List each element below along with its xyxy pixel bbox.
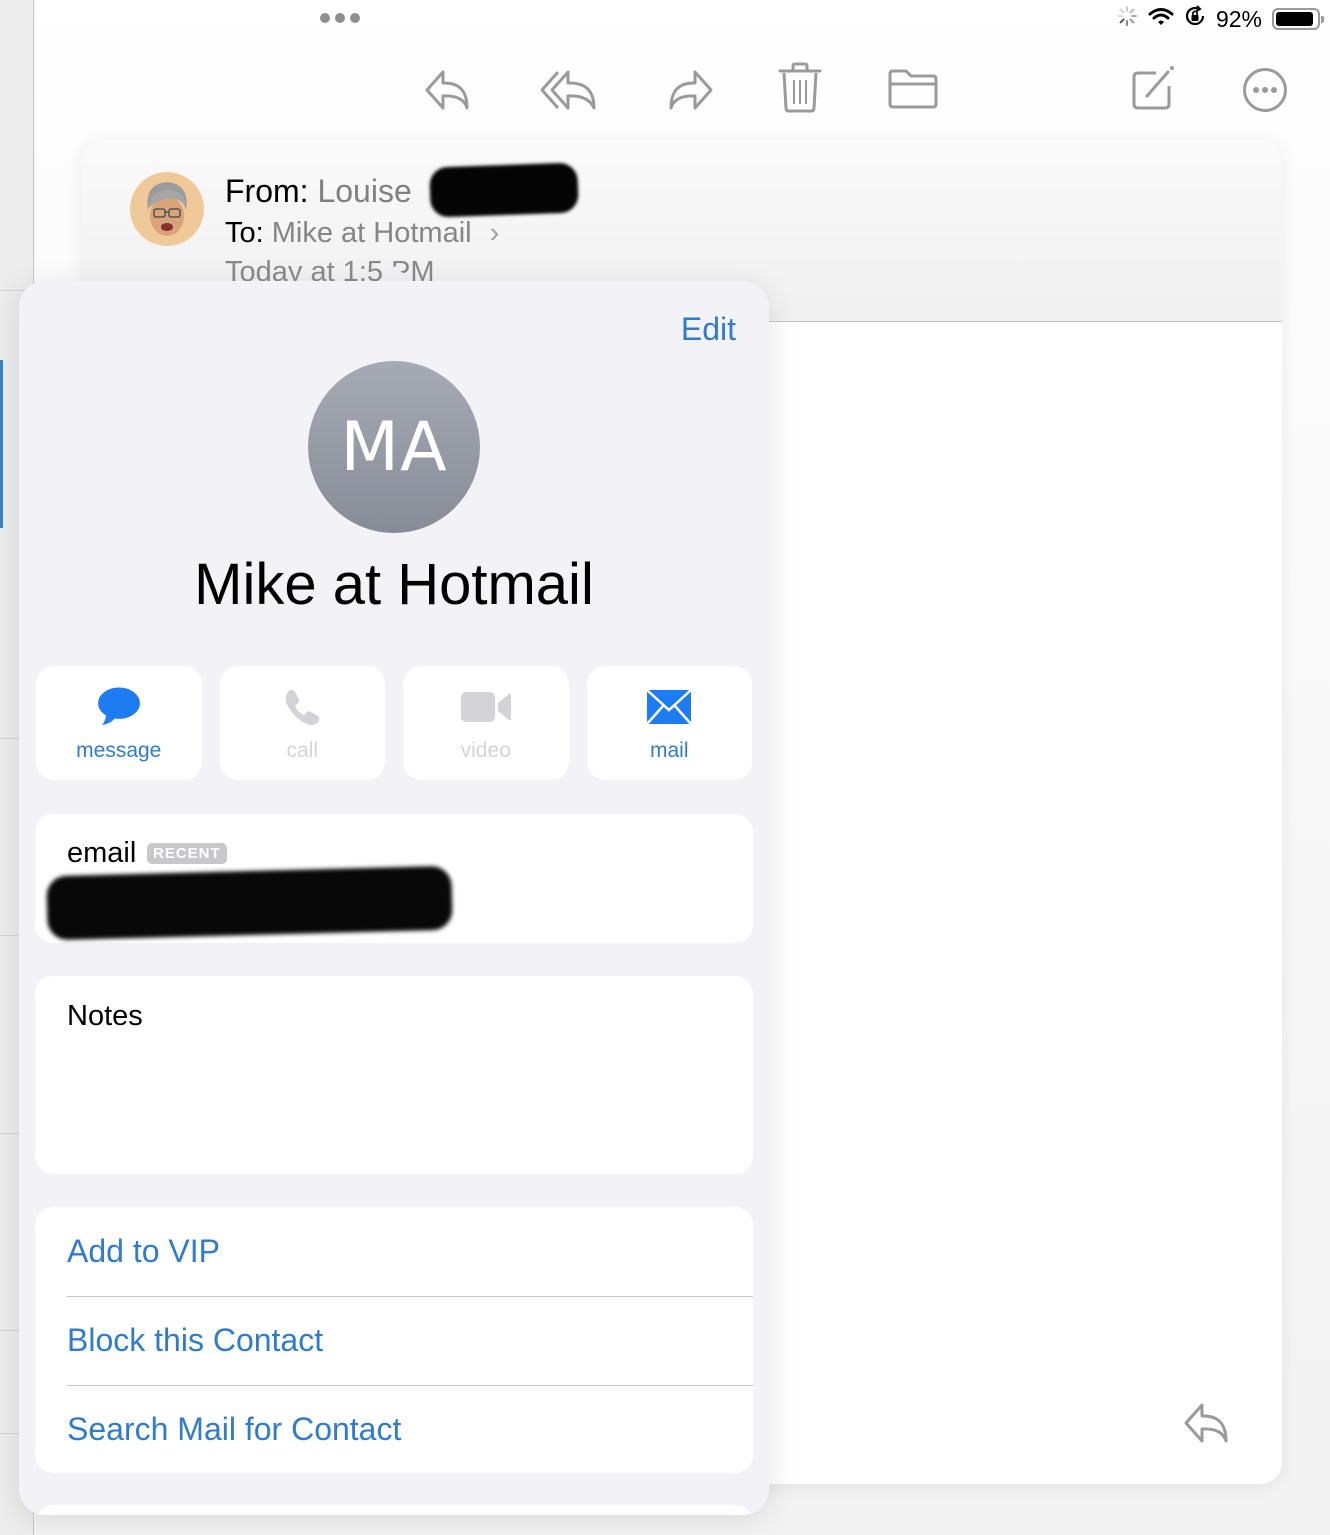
message-bubble-icon [97, 687, 140, 726]
redaction-mark [46, 865, 453, 941]
video-button[interactable]: video [403, 666, 569, 780]
add-to-vip-button[interactable]: Add to VIP [35, 1207, 753, 1296]
reply-icon[interactable] [1182, 1401, 1232, 1450]
message-button[interactable]: message [36, 666, 202, 780]
email-label: email [67, 837, 137, 869]
contact-avatar: MA [308, 361, 480, 533]
contact-card-popover: Edit MA Mike at Hotmail message call vid… [19, 281, 769, 1515]
battery-percent: 92% [1215, 5, 1262, 32]
next-section-peek [35, 1505, 753, 1515]
to-line[interactable]: To: Mike at Hotmail › [225, 217, 499, 250]
selected-message-indicator [0, 360, 3, 528]
contact-initials: MA [340, 407, 448, 487]
from-line: From: Louise [225, 173, 412, 210]
edit-button[interactable]: Edit [681, 311, 736, 348]
block-contact-button[interactable]: Block this Contact [35, 1296, 753, 1385]
contact-name: Mike at Hotmail [194, 552, 594, 617]
message-label: message [76, 739, 162, 762]
dot [350, 13, 360, 23]
contact-actions: message call video mail [36, 666, 752, 780]
folder-icon[interactable] [887, 68, 939, 110]
trash-icon[interactable] [778, 62, 822, 114]
video-camera-icon [460, 692, 511, 722]
wifi-icon [1148, 6, 1174, 33]
reply-icon[interactable] [423, 68, 473, 112]
multitasking-handle[interactable] [320, 13, 360, 23]
sender-name[interactable]: Louise [317, 173, 411, 209]
popover-arrow [377, 266, 413, 282]
redaction-mark [429, 162, 579, 218]
memoji-avatar-icon [147, 182, 187, 236]
video-label: video [460, 739, 511, 762]
more-icon[interactable] [1242, 67, 1288, 113]
notes-field[interactable]: Notes [35, 976, 753, 1174]
contact-options-list: Add to VIP Block this Contact Search Mai… [35, 1207, 753, 1473]
orientation-lock-icon [1184, 5, 1206, 33]
call-label: call [286, 739, 318, 762]
notes-label: Notes [67, 1000, 143, 1032]
recent-badge: RECENT [147, 843, 227, 864]
from-label: From: [225, 173, 309, 209]
chevron-right-icon: › [489, 217, 500, 249]
email-field-group: email RECENT mike13@hotmail.com [35, 814, 753, 943]
dot [335, 13, 345, 23]
reply-all-icon[interactable] [538, 68, 600, 112]
battery-icon [1272, 8, 1324, 30]
search-mail-for-contact-button[interactable]: Search Mail for Contact [35, 1385, 753, 1474]
to-label: To: [225, 217, 264, 249]
recipient-name[interactable]: Mike at Hotmail [272, 217, 472, 249]
activity-spinner-icon [1116, 5, 1138, 33]
battery-fill [1276, 12, 1313, 26]
envelope-icon [646, 689, 693, 725]
mail-button[interactable]: mail [586, 666, 752, 780]
forward-icon[interactable] [665, 68, 715, 112]
status-bar: 92% [1116, 4, 1324, 34]
dot [320, 13, 330, 23]
phone-icon [285, 689, 320, 726]
sender-avatar[interactable] [130, 172, 204, 246]
call-button[interactable]: call [219, 666, 385, 780]
mail-label: mail [649, 739, 689, 762]
compose-icon[interactable] [1130, 64, 1178, 112]
